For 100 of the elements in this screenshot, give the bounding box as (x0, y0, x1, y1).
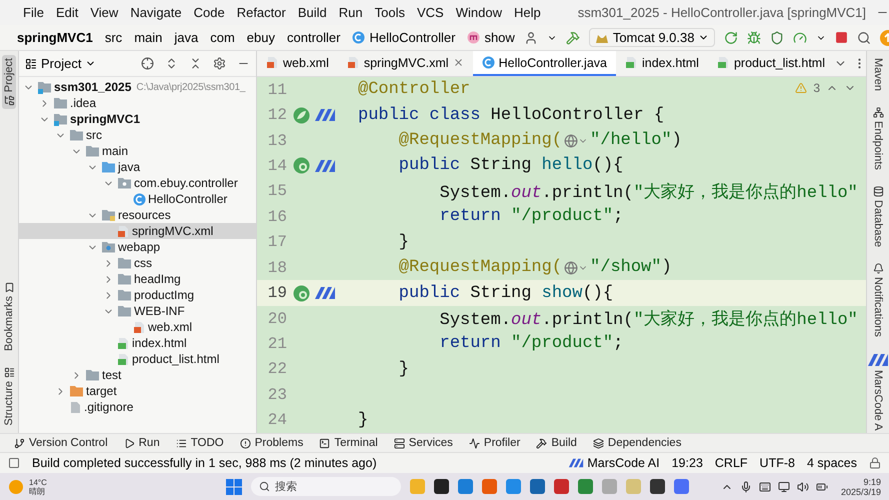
tree-item[interactable]: .idea (19, 95, 256, 111)
tree-item[interactable]: .gitignore (19, 399, 256, 415)
menu-item[interactable]: Code (192, 5, 226, 20)
tool-window-button[interactable]: Bookmarks (2, 279, 16, 354)
globe-icon[interactable] (564, 134, 588, 148)
tree-item[interactable]: src (19, 127, 256, 143)
taskbar-app-icon[interactable] (650, 479, 665, 494)
tree-item[interactable]: springMVC1 (19, 111, 256, 127)
status-item[interactable]: MarsCode AI (568, 456, 660, 470)
tool-window-button[interactable]: Profiler (468, 437, 520, 449)
tree-item[interactable]: ssm301_2025 C:\Java\prj2025\ssm301_ (19, 79, 256, 95)
bean-icon[interactable] (293, 284, 310, 302)
tree-item[interactable]: target (19, 383, 256, 399)
editor-tab[interactable]: HelloController.java (472, 51, 616, 76)
breadcrumb[interactable]: springMVC1 (14, 30, 96, 45)
status-item[interactable]: 19:23 (672, 456, 703, 470)
stop-icon[interactable] (835, 31, 848, 44)
status-item[interactable]: 4 spaces (806, 456, 857, 470)
status-item[interactable]: CRLF (714, 456, 748, 470)
tool-window-button[interactable]: Notifications (871, 260, 885, 340)
marscode-icon[interactable] (867, 352, 889, 367)
keyboard-icon[interactable] (758, 480, 771, 492)
tree-item[interactable]: test (19, 367, 256, 383)
breadcrumb[interactable]: java (171, 30, 202, 45)
menu-item[interactable]: Navigate (129, 5, 183, 20)
tree-item[interactable]: com.ebuy.controller (19, 175, 256, 191)
microphone-icon[interactable] (740, 480, 752, 492)
hammer-icon[interactable] (566, 30, 580, 44)
gauge-icon[interactable] (793, 30, 808, 44)
tree-item[interactable]: css (19, 255, 256, 271)
volume-icon[interactable] (796, 480, 809, 492)
tree-item[interactable]: java (19, 159, 256, 175)
rerun-icon[interactable] (724, 30, 738, 44)
menu-item[interactable]: VCS (416, 5, 445, 20)
tool-window-button[interactable]: Structure (2, 364, 16, 429)
close-icon[interactable] (452, 57, 464, 68)
menu-item[interactable]: Run (338, 5, 364, 20)
breadcrumb[interactable]: src (102, 30, 126, 45)
breadcrumb[interactable]: ebuy (244, 30, 278, 45)
tree-item[interactable]: web.xml (19, 319, 256, 335)
breadcrumb[interactable]: HelloController (349, 30, 458, 45)
editor-tab[interactable]: springMVC.xml (338, 51, 473, 76)
breadcrumb[interactable]: com (207, 30, 238, 45)
monitor-icon[interactable] (778, 480, 790, 492)
editor-tab[interactable]: product_list.html (708, 51, 834, 76)
windows-start-icon[interactable] (226, 478, 242, 494)
menu-item[interactable]: File (22, 5, 45, 20)
breadcrumb[interactable]: show (464, 30, 518, 45)
bean-icon[interactable] (293, 106, 310, 124)
breadcrumb[interactable]: controller (284, 30, 344, 45)
tool-window-button[interactable]: Services (394, 437, 453, 449)
marscode-icon[interactable] (314, 286, 336, 300)
tool-window-button[interactable]: Maven (871, 55, 885, 94)
menu-item[interactable]: Help (512, 5, 542, 20)
tool-window-button[interactable]: Project (2, 55, 16, 110)
editor-tab[interactable]: index.html (616, 51, 708, 76)
search-field[interactable]: 搜索 (251, 477, 401, 496)
locate-icon[interactable] (141, 57, 154, 70)
tree-item[interactable]: index.html (19, 335, 256, 351)
tool-window-button[interactable]: Build (536, 437, 577, 449)
panel-toggle-icon[interactable] (8, 457, 20, 469)
tree-item[interactable]: resources (19, 207, 256, 223)
tree-item[interactable]: headImg (19, 271, 256, 287)
shield-icon[interactable] (770, 30, 784, 44)
tool-window-button[interactable]: Version Control (14, 437, 108, 449)
menu-item[interactable]: View (89, 5, 120, 20)
tool-window-button[interactable]: Endpoints (871, 104, 885, 173)
tool-window-button[interactable]: Problems (240, 437, 304, 449)
taskbar-app-icon[interactable] (434, 479, 449, 494)
editor-tab[interactable]: web.xml (257, 51, 338, 76)
tool-window-button[interactable]: Terminal (319, 437, 378, 449)
marscode-icon[interactable] (314, 158, 336, 173)
tree-item[interactable]: WEB-INF (19, 303, 256, 319)
tool-window-button[interactable]: MarsCode A (866, 350, 889, 434)
menu-item[interactable]: Refactor (236, 5, 287, 20)
tree-item[interactable]: HelloController (19, 191, 256, 207)
breadcrumb[interactable]: main (131, 30, 166, 45)
bean-icon[interactable] (293, 157, 310, 174)
menu-item[interactable]: Window (454, 5, 503, 20)
search-icon[interactable] (857, 30, 872, 44)
battery-icon[interactable] (816, 480, 828, 492)
settings-icon[interactable] (213, 57, 226, 70)
marscode-icon[interactable] (314, 108, 336, 122)
tree-item[interactable]: springMVC.xml (19, 223, 256, 239)
project-view-dropdown[interactable]: Project (25, 56, 96, 71)
globe-icon[interactable] (564, 260, 588, 275)
tool-window-button[interactable]: Database (871, 182, 885, 250)
tree-item[interactable]: productImg (19, 287, 256, 303)
tree-item[interactable]: product_list.html (19, 351, 256, 367)
user-icon[interactable] (524, 30, 538, 44)
debug-icon[interactable] (747, 30, 762, 44)
warning-count[interactable]: 3 (813, 81, 820, 95)
status-item[interactable]: UTF-8 (760, 456, 795, 470)
run-configuration-dropdown[interactable]: Tomcat 9.0.38 (588, 28, 716, 47)
tool-window-button[interactable]: Run (124, 437, 160, 449)
tool-window-button[interactable]: Dependencies (592, 437, 682, 449)
tree-item[interactable]: main (19, 143, 256, 159)
tree-item[interactable]: webapp (19, 239, 256, 255)
menu-item[interactable]: Tools (374, 5, 406, 20)
menu-item[interactable]: Build (296, 5, 328, 20)
